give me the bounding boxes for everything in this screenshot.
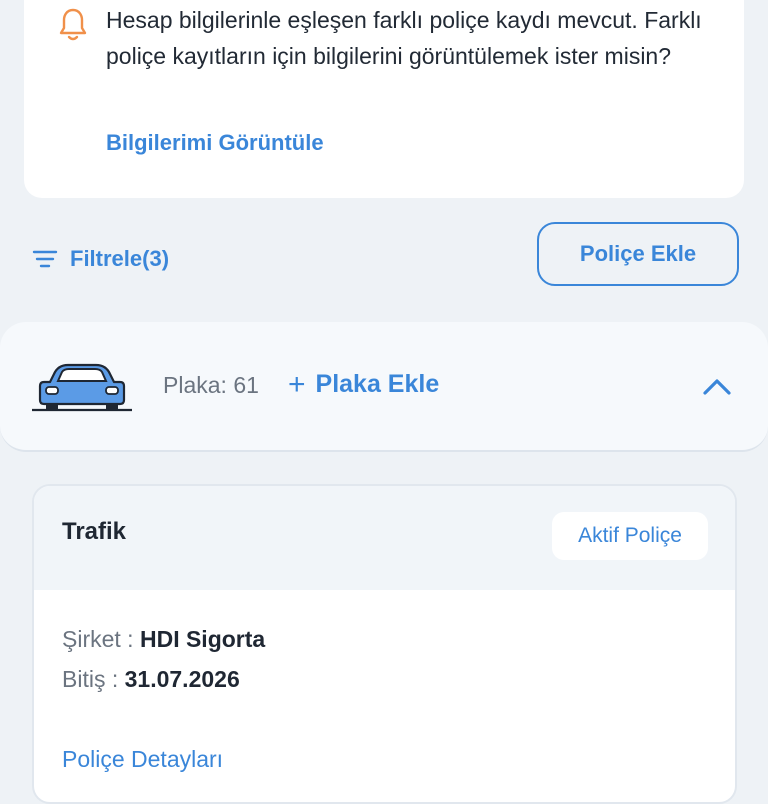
end-date-label: Bitiş : (62, 666, 119, 692)
bell-icon (59, 8, 87, 41)
view-my-info-link[interactable]: Bilgilerimi Görüntüle (106, 130, 324, 156)
vehicle-plate-panel: Plaka: 61 + Plaka Ekle (0, 322, 768, 452)
chevron-up-icon[interactable] (700, 374, 734, 398)
policy-card-header: Trafik Aktif Poliçe (34, 486, 735, 590)
filter-label: Filtrele(3) (70, 246, 170, 271)
info-notice-card: Hesap bilgilerinle eşleşen farklı poliçe… (24, 0, 744, 198)
company-value: HDI Sigorta (139, 626, 266, 652)
add-plate-button[interactable]: + Plaka Ekle (288, 367, 440, 401)
company-row: Şirket : HDI Sigorta (62, 626, 265, 653)
company-label: Şirket : (62, 626, 134, 652)
policy-details-link[interactable]: Poliçe Detayları (62, 746, 223, 773)
add-policy-button[interactable]: Poliçe Ekle (537, 222, 739, 286)
policy-card: Trafik Aktif Poliçe Şirket : HDI Sigorta… (32, 484, 737, 804)
status-badge: Aktif Poliçe (552, 512, 708, 560)
policy-type-title: Trafik (62, 518, 127, 545)
add-plate-label: Plaka Ekle (315, 370, 440, 398)
end-date-row: Bitiş : 31.07.2026 (62, 666, 240, 693)
plate-label: Plaka: 61 (163, 372, 259, 398)
filter-button[interactable]: Filtrele(3) (32, 242, 169, 276)
end-date-value: 31.07.2026 (124, 666, 240, 692)
car-icon (32, 363, 132, 412)
notice-message: Hesap bilgilerinle eşleşen farklı poliçe… (106, 7, 702, 69)
plus-icon: + (288, 367, 306, 401)
filter-icon (32, 250, 58, 268)
